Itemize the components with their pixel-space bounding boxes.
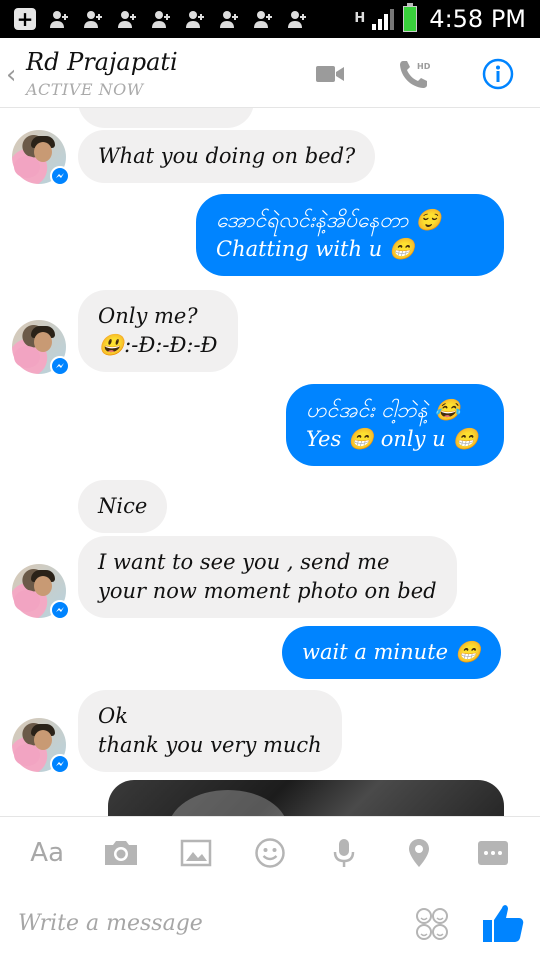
active-status: ACTIVE NOW (26, 80, 144, 99)
emoji-button[interactable] (248, 831, 292, 875)
voice-button[interactable] (322, 831, 366, 875)
message-composer (0, 888, 540, 960)
message-received[interactable]: What you doing on bed? (78, 130, 376, 183)
friend-request-icon (218, 8, 240, 30)
smiley-icon (255, 837, 285, 868)
system-indicators: H 4:58 PM (354, 0, 526, 38)
add-icon: + (14, 8, 36, 30)
message-received[interactable]: Ok thank you very much (78, 690, 342, 772)
sticker-faces-icon (416, 908, 448, 940)
clock: 4:58 PM (429, 5, 526, 33)
video-call-button[interactable] (312, 56, 348, 92)
notification-icons: + (0, 8, 308, 30)
back-chevron-icon[interactable]: ‹ (6, 60, 16, 90)
microphone-icon (334, 838, 355, 867)
messenger-badge-icon (50, 166, 70, 186)
info-icon (482, 58, 514, 90)
friend-request-icon (48, 8, 70, 30)
message-sent[interactable]: wait a minute 😁 (282, 626, 501, 679)
more-button[interactable] (471, 831, 515, 875)
message-bubble-cut-off (78, 108, 254, 128)
composer-toolbar: Aa (0, 816, 540, 888)
avatar[interactable] (12, 320, 70, 376)
messenger-badge-icon (50, 356, 70, 376)
video-camera-icon (316, 66, 344, 82)
message-received[interactable]: Nice (78, 480, 168, 533)
info-button[interactable] (480, 56, 516, 92)
text-format-button[interactable]: Aa (25, 831, 69, 875)
friend-request-icon (82, 8, 104, 30)
battery-icon (403, 3, 418, 32)
signal-icon (372, 9, 395, 30)
friend-request-icon (286, 8, 308, 30)
hd-label: HD (417, 62, 431, 71)
thumbs-up-icon (483, 905, 524, 942)
network-type: H (354, 11, 366, 26)
messenger-badge-icon (50, 754, 70, 774)
gallery-button[interactable] (174, 831, 218, 875)
sticker-button[interactable] (414, 906, 450, 942)
more-dots-icon (477, 840, 508, 865)
status-bar: + H 4:58 PM (0, 0, 540, 38)
message-input[interactable] (18, 902, 388, 944)
friend-request-icon (252, 8, 274, 30)
contact-name[interactable]: Rd Prajapati (26, 48, 178, 76)
message-sent[interactable]: ဟင်အင်း ငါ့ဘဲနဲ့ 😂 Yes 😁 only u 😁 (286, 384, 504, 466)
location-pin-icon (408, 838, 429, 867)
friend-request-icon (150, 8, 172, 30)
message-received[interactable]: I want to see you , send me your now mom… (78, 536, 457, 618)
phone-hd-icon: HD (400, 61, 431, 88)
avatar[interactable] (12, 130, 70, 186)
message-list[interactable]: What you doing on bed? အောင်ရဲလင်းနဲ့အိပ… (0, 108, 540, 816)
friend-request-icon (116, 8, 138, 30)
conversation-header: ‹ Rd Prajapati ACTIVE NOW HD (0, 38, 540, 108)
friend-request-icon (184, 8, 206, 30)
avatar[interactable] (12, 564, 70, 620)
location-button[interactable] (397, 831, 441, 875)
photo-message[interactable] (108, 780, 504, 816)
image-icon (180, 839, 211, 866)
camera-icon (105, 840, 138, 865)
camera-button[interactable] (99, 831, 143, 875)
avatar[interactable] (12, 718, 70, 774)
voice-call-button[interactable]: HD (396, 56, 432, 92)
like-button[interactable] (480, 900, 526, 946)
message-received[interactable]: Only me? 😃:-Ð:-Ð:-Ð (78, 290, 238, 372)
messenger-badge-icon (50, 600, 70, 620)
messenger-conversation: + H 4:58 PM ‹ Rd Prajapati ACTIVE NOW HD… (0, 0, 540, 960)
message-sent[interactable]: အောင်ရဲလင်းနဲ့အိပ်နေတာ 😌 Chatting with u… (196, 194, 504, 276)
